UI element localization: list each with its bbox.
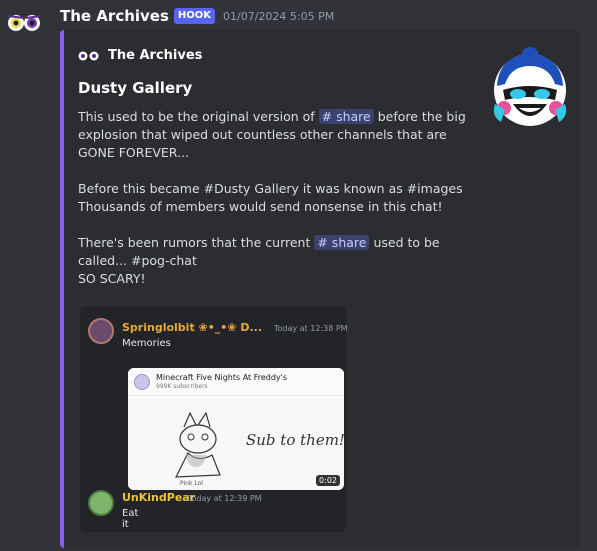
embed-paragraph-1: This used to be the original version of … (78, 109, 466, 160)
channel-icon (134, 374, 150, 390)
channel-name[interactable]: Minecraft Five Nights At Freddy's (156, 373, 287, 382)
embed-title: Dusty Gallery (78, 79, 193, 97)
video-thumbnail: Pink Lol Sub to them!!! (128, 397, 344, 490)
embed-description: This used to be the original version of … (78, 108, 478, 288)
embed-line-2: Before this became #Dusty Gallery it was… (78, 181, 463, 196)
video-embed[interactable]: Minecraft Five Nights At Freddy's 999K s… (128, 368, 344, 490)
video-caption: Sub to them!!! (246, 431, 344, 449)
embed-line-3: Thousands of members would send nonsense… (78, 199, 443, 214)
quoted-timestamp: Today at 12:38 PM (274, 324, 348, 333)
unkindpear-avatar[interactable] (88, 490, 114, 516)
embed-author-icon (78, 51, 99, 60)
video-header: Minecraft Five Nights At Freddy's 999K s… (128, 368, 344, 396)
embed-card: The Archives Dusty Gallery This used to … (60, 30, 580, 548)
embed-paragraph-4: There's been rumors that the current # s… (78, 235, 440, 268)
embed-author: The Archives (78, 48, 202, 63)
quoted-author-name[interactable]: Springlolbit ❀•_•❀ D... (122, 321, 262, 334)
video-duration: 0:02 (316, 475, 340, 486)
webhook-avatar[interactable] (6, 12, 44, 34)
embed-author-name: The Archives (108, 48, 203, 63)
quoted-timestamp: Today at 12:39 PM (188, 494, 262, 503)
hook-badge: HOOK (173, 8, 216, 24)
message-header: The Archives HOOK 01/07/2024 5:05 PM (60, 6, 334, 26)
springlolbit-avatar[interactable] (88, 318, 114, 344)
quoted-text: Memories (122, 338, 171, 349)
quoted-text: Eat it (122, 508, 139, 530)
embed-line-5: SO SCARY! (78, 271, 146, 286)
quoted-author-name[interactable]: UnKindPear (122, 491, 195, 504)
quoted-messages: Springlolbit ❀•_•❀ D... Today at 12:38 P… (80, 306, 348, 532)
channel-mention-share-2[interactable]: # share (314, 235, 370, 250)
svg-text:Pink Lol: Pink Lol (180, 480, 203, 487)
channel-subscribers: 999K subscribers (156, 383, 208, 390)
channel-mention-share[interactable]: # share (318, 109, 374, 124)
author-name[interactable]: The Archives (60, 7, 169, 25)
message-timestamp[interactable]: 01/07/2024 5:05 PM (223, 10, 334, 23)
embed-thumbnail[interactable] (489, 46, 571, 128)
